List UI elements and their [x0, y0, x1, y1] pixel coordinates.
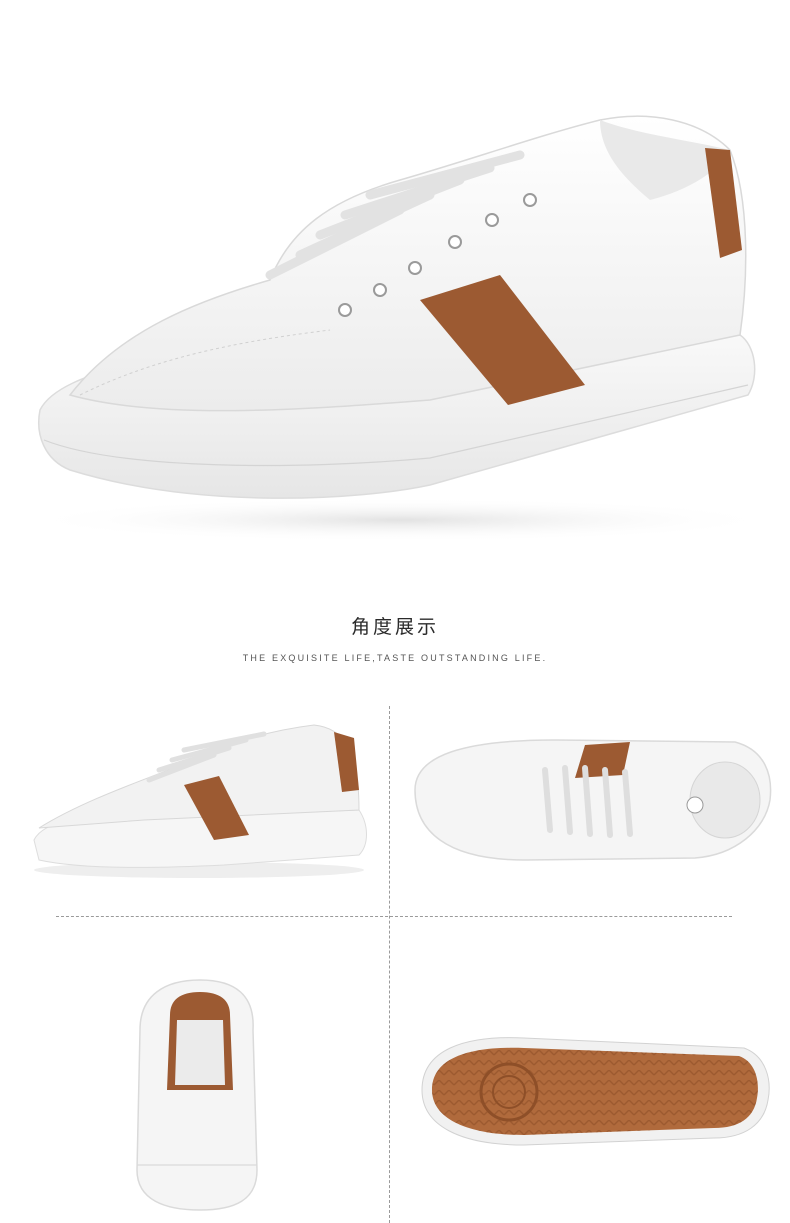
section-heading: 角度展示 THE EXQUISITE LIFE,TASTE OUTSTANDIN…: [0, 614, 790, 664]
top-view-image: [405, 730, 775, 870]
outsole-view-image: [414, 1020, 774, 1160]
hero-shoe-image: [0, 0, 790, 560]
section-subtitle: THE EXQUISITE LIFE,TASTE OUTSTANDING LIF…: [242, 653, 548, 663]
side-view-image: [24, 710, 374, 880]
back-view-image: [125, 970, 265, 1220]
section-title: 角度展示: [350, 616, 439, 638]
angle-gallery: [0, 700, 790, 1223]
vertical-divider: [389, 706, 390, 1223]
horizontal-divider: [56, 916, 732, 917]
